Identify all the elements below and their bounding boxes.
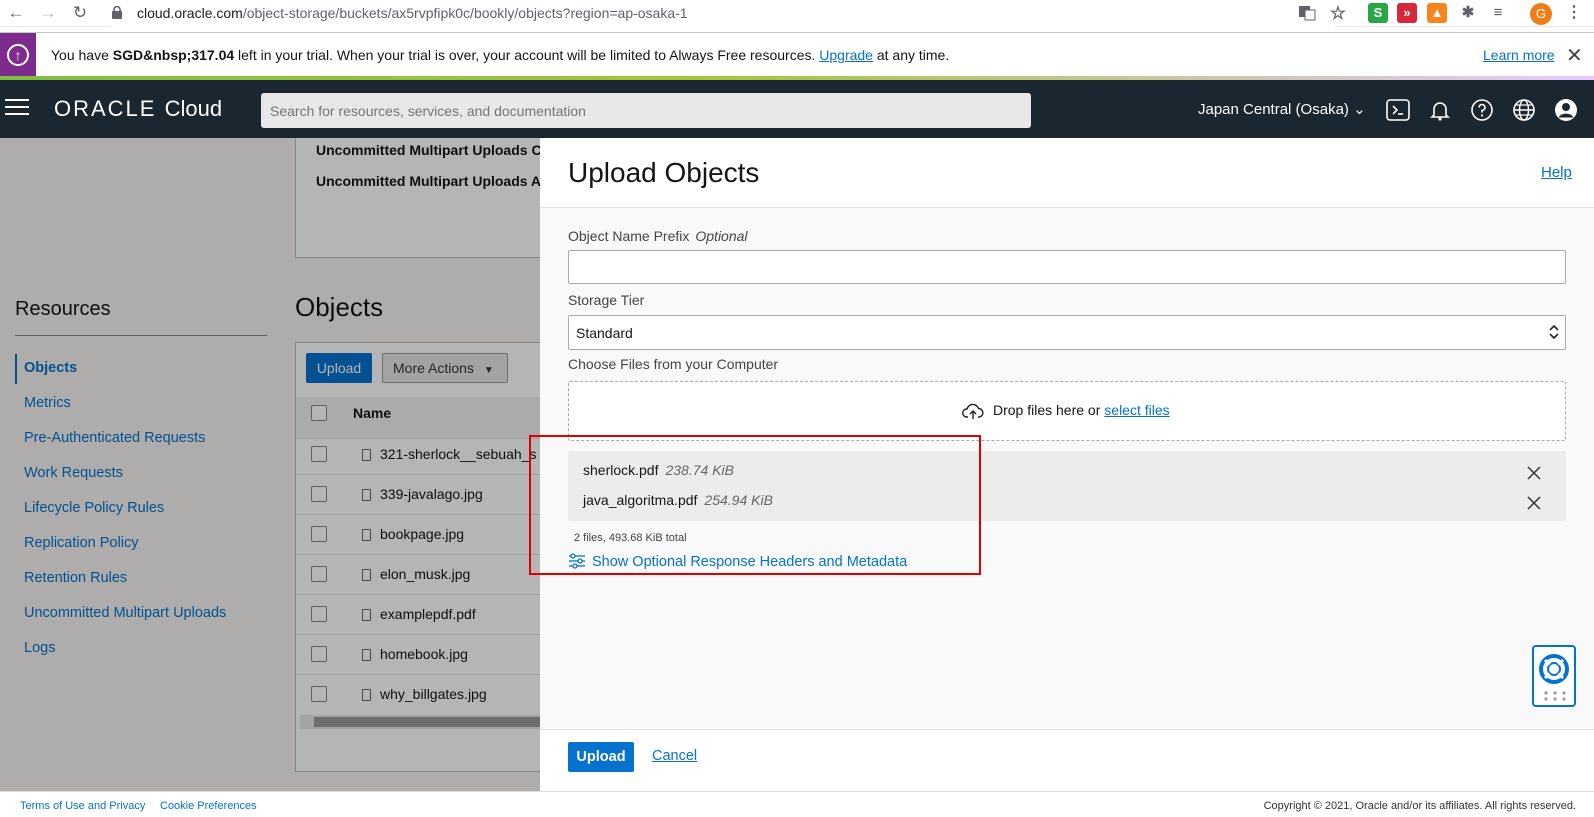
region-selector[interactable]: Japan Central (Osaka) ⌄ [1198,100,1366,118]
help-question-icon[interactable] [1470,98,1494,122]
logo-oracle: ORACLE [54,96,157,121]
close-icon[interactable]: ✕ [1566,43,1583,68]
forward-arrow-icon[interactable]: → [37,2,59,24]
storage-tier-value: Standard [576,325,633,341]
notifications-bell-icon[interactable] [1428,98,1452,122]
cloud-upload-icon [962,403,984,419]
select-files-link[interactable]: select files [1104,402,1169,418]
learn-more-link[interactable]: Learn more [1483,47,1555,63]
file-dropzone[interactable]: Drop files here or select files [568,381,1566,441]
extension-sg-icon[interactable]: S [1368,3,1388,23]
modal-overlay[interactable] [0,138,540,791]
address-bar[interactable]: cloud.oracle.com/object-storage/buckets/… [100,0,1345,27]
hamburger-menu-icon[interactable] [5,99,29,117]
profile-avatar[interactable]: G [1530,3,1552,25]
cookie-preferences-link[interactable]: Cookie Preferences [160,800,257,812]
region-label: Japan Central (Osaka) [1198,101,1349,118]
upgrade-link[interactable]: Upgrade [819,47,873,63]
copyright-text: Copyright © 2021, Oracle and/or its affi… [1263,800,1576,812]
grip-dots-icon [1544,691,1566,701]
trial-suffix: at any time. [872,47,950,63]
back-arrow-icon[interactable]: ← [5,2,27,24]
user-profile-icon[interactable] [1554,98,1578,122]
terms-link[interactable]: Terms of Use and Privacy [20,800,145,812]
trial-message: You have SGD&nbsp;317.04 left in your tr… [51,47,949,63]
logo-cloud: Cloud [164,96,223,121]
remove-file-icon[interactable] [1526,465,1542,481]
drawer-header: Upload Objects Help [540,138,1594,208]
reload-icon[interactable]: ↻ [69,2,91,24]
browser-toolbar: ← → ↻ cloud.oracle.com/object-storage/bu… [0,0,1594,27]
chevron-down-icon: ⌄ [1353,101,1366,118]
url-path: /object-storage/buckets/ax5rvpfipk0c/boo… [242,5,688,21]
trial-amount: SGD&nbsp;317.04 [112,47,235,63]
bookmark-star-icon[interactable]: ☆ [1328,3,1348,23]
trial-middle: left in your trial. When your trial is o… [234,47,820,63]
reading-list-icon[interactable]: ≡ [1488,3,1508,23]
cancel-link[interactable]: Cancel [652,748,697,764]
oracle-cloud-logo[interactable]: ORACLE Cloud [54,96,222,122]
optional-tag: Optional [695,228,748,244]
browser-menu-icon[interactable]: ⋮ [1564,3,1584,23]
help-link[interactable]: Help [1541,164,1572,181]
drop-prompt: Drop files here or [993,402,1105,418]
drop-text: Drop files here or select files [993,402,1170,418]
url-host: cloud.oracle.com [137,5,243,21]
storage-tier-select[interactable]: Standard [568,315,1566,350]
storage-tier-label: Storage Tier [568,292,645,308]
global-search-input[interactable] [261,93,1031,128]
lock-icon [112,6,122,19]
url-text: cloud.oracle.com/object-storage/buckets/… [137,5,688,21]
lifebuoy-icon [1539,654,1569,684]
annotation-highlight [529,435,981,575]
trial-prefix: You have [51,47,113,63]
choose-files-label: Choose Files from your Computer [568,356,779,372]
drawer-title: Upload Objects [568,157,760,188]
object-name-prefix-input[interactable] [568,250,1566,284]
select-updown-icon [1549,324,1559,340]
console-header: ORACLE Cloud Japan Central (Osaka) ⌄ [0,80,1594,138]
metamask-fox-icon[interactable]: ▲ [1427,3,1447,23]
prefix-label: Object Name Prefix Optional [568,228,748,244]
extension-fastforward-icon[interactable]: » [1397,3,1417,23]
drawer-footer: Upload Cancel [540,729,1594,791]
translate-icon[interactable] [1297,3,1317,23]
cloud-shell-icon[interactable] [1386,98,1410,122]
remove-file-icon[interactable] [1526,495,1542,511]
trial-icon-container: ↑ [0,33,36,77]
trial-banner: ↑ You have SGD&nbsp;317.04 left in your … [0,32,1594,77]
help-widget[interactable] [1532,645,1576,707]
extensions-puzzle-icon[interactable]: ✱ [1458,3,1478,23]
upgrade-arrow-icon: ↑ [7,44,29,66]
prefix-label-text: Object Name Prefix [568,228,690,244]
page-footer: Terms of Use and Privacy Cookie Preferen… [0,791,1594,817]
language-globe-icon[interactable] [1512,98,1536,122]
upload-button[interactable]: Upload [568,742,634,772]
